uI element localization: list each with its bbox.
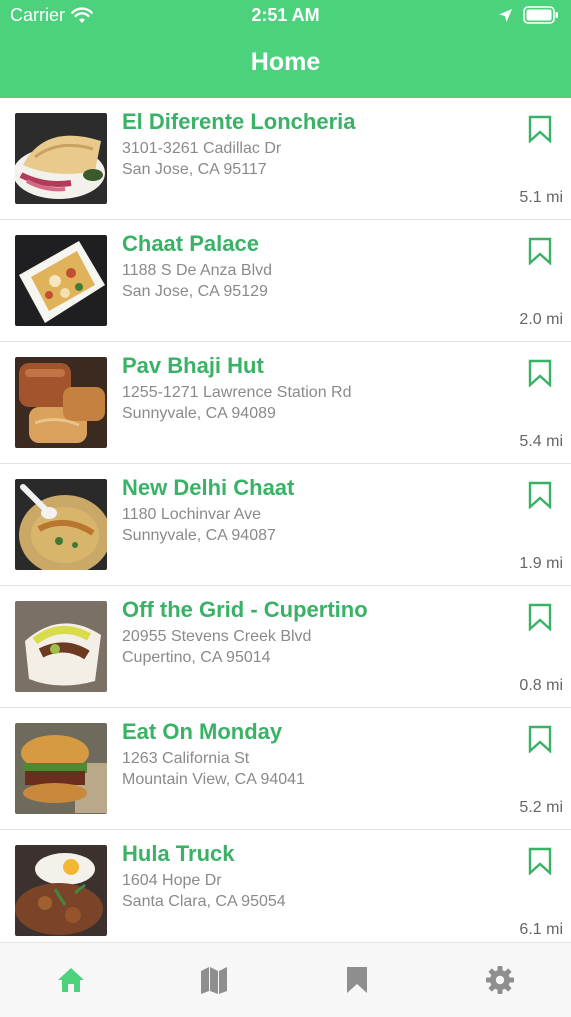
place-address-line2: Sunnyvale, CA 94087 <box>122 527 276 544</box>
place-address-line1: 3101-3261 Cadillac Dr <box>122 140 282 157</box>
status-time: 2:51 AM <box>251 5 320 25</box>
food-photo <box>15 723 107 814</box>
list-item[interactable]: El Diferente Loncheria 3101-3261 Cadilla… <box>0 98 571 220</box>
list-item[interactable]: Chaat Palace 1188 S De Anza Blvd San Jos… <box>0 220 571 342</box>
place-distance: 1.9 mi <box>519 555 563 572</box>
bookmark-icon[interactable] <box>528 481 552 509</box>
place-address-line2: San Jose, CA 95117 <box>122 161 267 178</box>
place-address-line1: 1263 California St <box>122 750 250 767</box>
place-address-line1: 1604 Hope Dr <box>122 872 222 889</box>
place-address-line2: San Jose, CA 95129 <box>122 283 268 300</box>
place-distance: 6.1 mi <box>519 921 563 938</box>
place-distance: 5.1 mi <box>519 189 563 206</box>
gear-icon <box>486 966 514 994</box>
tab-settings[interactable] <box>485 965 515 995</box>
place-name[interactable]: New Delhi Chaat <box>122 475 294 501</box>
food-photo <box>15 357 107 448</box>
place-address-line1: 1255-1271 Lawrence Station Rd <box>122 384 352 401</box>
bookmark-icon[interactable] <box>528 115 552 143</box>
tab-map[interactable] <box>199 965 229 995</box>
place-distance: 5.4 mi <box>519 433 563 450</box>
list-item[interactable]: Pav Bhaji Hut 1255-1271 Lawrence Station… <box>0 342 571 464</box>
place-name[interactable]: Off the Grid - Cupertino <box>122 597 368 623</box>
place-address-line1: 20955 Stevens Creek Blvd <box>122 628 312 645</box>
battery-icon <box>523 6 558 24</box>
list-item[interactable]: Off the Grid - Cupertino 20955 Stevens C… <box>0 586 571 708</box>
place-address-line2: Santa Clara, CA 95054 <box>122 893 286 910</box>
status-indicators <box>498 6 559 24</box>
header: Carrier 2:51 AM Home <box>0 0 571 98</box>
map-icon <box>201 967 227 994</box>
place-distance: 2.0 mi <box>519 311 563 328</box>
place-name[interactable]: Eat On Monday <box>122 719 282 745</box>
bookmark-icon[interactable] <box>528 725 552 753</box>
food-photo <box>15 235 107 326</box>
place-address-line2: Mountain View, CA 94041 <box>122 771 305 788</box>
list-item[interactable]: Hula Truck 1604 Hope Dr Santa Clara, CA … <box>0 830 571 942</box>
tab-home[interactable] <box>56 965 86 995</box>
place-name[interactable]: Pav Bhaji Hut <box>122 353 264 379</box>
tab-bar <box>0 942 571 1017</box>
place-address-line1: 1188 S De Anza Blvd <box>122 262 273 279</box>
place-address-line2: Cupertino, CA 95014 <box>122 649 271 666</box>
place-distance: 5.2 mi <box>519 799 563 816</box>
location-arrow-icon <box>499 8 512 22</box>
place-address-line2: Sunnyvale, CA 94089 <box>122 405 276 422</box>
place-address-line1: 1180 Lochinvar Ave <box>122 506 262 523</box>
place-distance: 0.8 mi <box>519 677 563 694</box>
place-name[interactable]: Hula Truck <box>122 841 234 867</box>
list-item[interactable]: New Delhi Chaat 1180 Lochinvar Ave Sunny… <box>0 464 571 586</box>
home-icon <box>58 968 84 992</box>
place-name[interactable]: El Diferente Loncheria <box>122 109 356 135</box>
bookmark-icon[interactable] <box>528 847 552 875</box>
bookmark-icon[interactable] <box>528 359 552 387</box>
places-list[interactable]: El Diferente Loncheria 3101-3261 Cadilla… <box>0 98 571 942</box>
list-item[interactable]: Eat On Monday 1263 California St Mountai… <box>0 708 571 830</box>
place-name[interactable]: Chaat Palace <box>122 231 259 257</box>
bookmark-icon[interactable] <box>528 237 552 265</box>
tab-bookmarks[interactable] <box>342 965 372 995</box>
bookmark-icon <box>347 967 367 993</box>
food-photo <box>15 601 107 692</box>
food-photo <box>15 113 107 204</box>
food-photo <box>15 479 107 570</box>
bookmark-icon[interactable] <box>528 603 552 631</box>
page-title: Home <box>250 48 321 76</box>
food-photo <box>15 845 107 936</box>
status-bar: Carrier 2:51 AM <box>0 0 571 32</box>
